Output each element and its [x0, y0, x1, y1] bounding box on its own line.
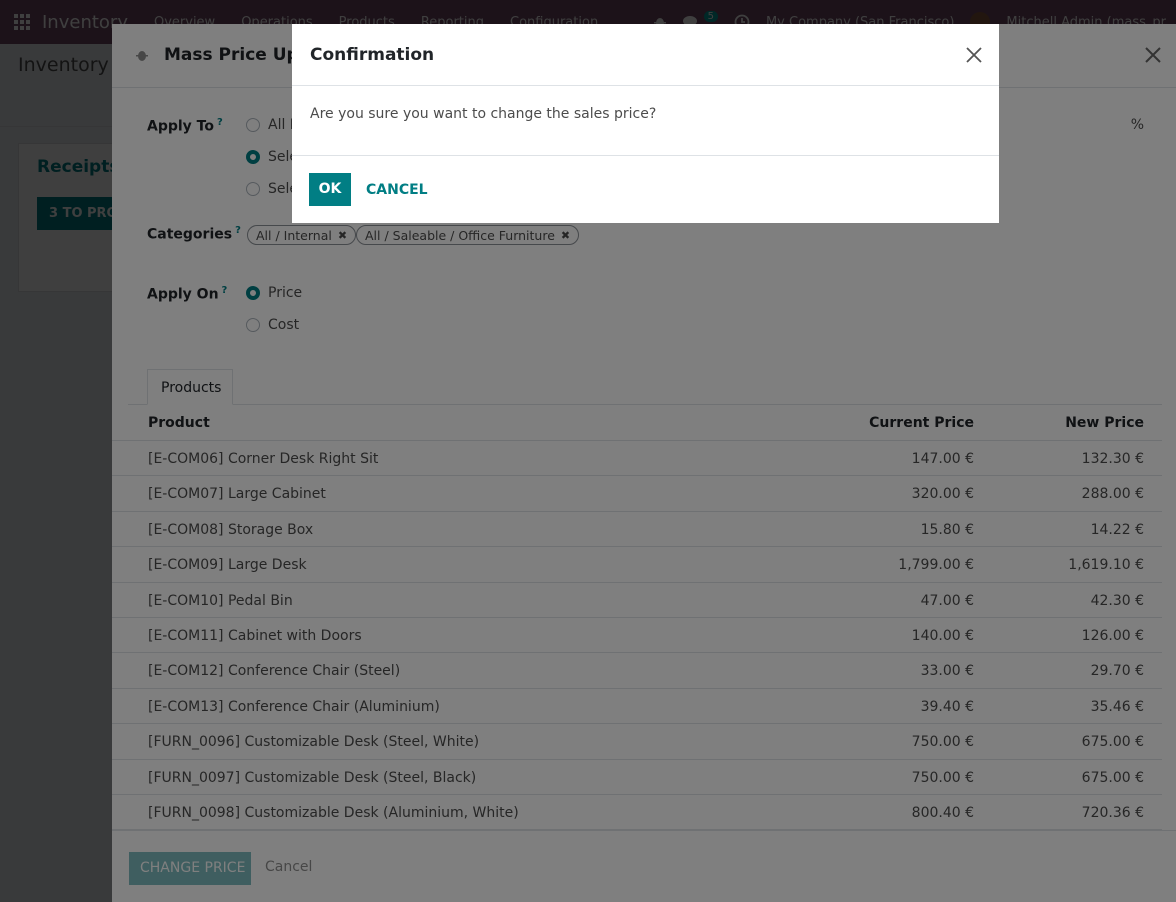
- ok-button[interactable]: OK: [309, 173, 351, 206]
- confirmation-title: Confirmation: [310, 45, 435, 65]
- confirmation-message: Are you sure you want to change the sale…: [310, 106, 657, 122]
- confirmation-footer: OK CANCEL: [292, 155, 999, 223]
- confirmation-dialog: Confirmation Are you sure you want to ch…: [292, 24, 999, 223]
- close-icon[interactable]: [963, 44, 985, 66]
- cancel-button[interactable]: CANCEL: [366, 182, 428, 198]
- confirmation-header: Confirmation: [292, 24, 999, 86]
